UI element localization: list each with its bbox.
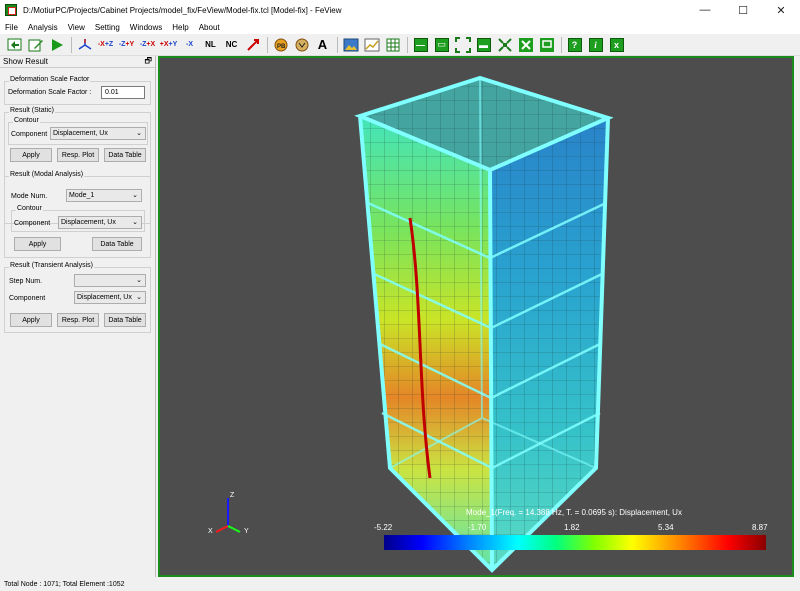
image-icon[interactable] — [341, 36, 360, 54]
legend-tick-2: -1.70 — [468, 523, 487, 532]
modal-apply-button[interactable]: Apply — [14, 237, 61, 251]
transient-component-label: Component — [9, 295, 46, 302]
menu-windows[interactable]: Windows — [125, 23, 167, 32]
table-icon[interactable] — [383, 36, 402, 54]
zoom-in-icon[interactable]: — — [411, 36, 430, 54]
modal-component-label: Component — [14, 220, 51, 227]
minimize-button[interactable]: — — [686, 0, 724, 20]
exit-icon[interactable]: x — [607, 36, 626, 54]
modal-group-title: Result (Modal Analysis) — [9, 171, 85, 178]
section-icon[interactable]: PB — [271, 36, 290, 54]
info-icon[interactable]: i — [586, 36, 605, 54]
panel-title: Show Result — [3, 57, 48, 66]
transient-resp-plot-button[interactable]: Resp. Plot — [57, 313, 99, 327]
modal-component-select[interactable]: Displacement, Ux ⌄ — [58, 216, 142, 229]
static-component-select[interactable]: Displacement, Ux ⌄ — [50, 127, 146, 140]
edit-model-icon[interactable] — [26, 36, 45, 54]
right-grid — [490, 118, 608, 570]
static-component-label: Component — [11, 131, 48, 138]
static-data-table-button[interactable]: Data Table — [104, 148, 146, 162]
title-bar: D:/MotiurPC/Projects/Cabinet Projects/mo… — [0, 0, 800, 20]
static-group-title: Result (Static) — [9, 107, 55, 114]
mode-num-select[interactable]: Mode_1 ⌄ — [66, 189, 142, 202]
menu-about[interactable]: About — [194, 23, 225, 32]
app-icon — [5, 4, 17, 16]
chart-icon[interactable] — [362, 36, 381, 54]
menu-help[interactable]: Help — [167, 23, 193, 32]
legend-tick-3: 1.82 — [564, 523, 580, 532]
legend-tick-4: 5.34 — [658, 523, 674, 532]
static-apply-button[interactable]: Apply — [10, 148, 52, 162]
zoom-fit-icon[interactable] — [495, 36, 514, 54]
support-icon[interactable] — [243, 36, 262, 54]
chevron-down-icon: ⌄ — [136, 277, 142, 284]
modal-contour-title: Contour — [16, 205, 43, 212]
view-xz-icon[interactable]: -X +Z — [96, 36, 115, 54]
axis-y-label: Y — [244, 528, 249, 535]
help-icon[interactable]: ? — [565, 36, 584, 54]
step-num-select[interactable]: ⌄ — [74, 274, 146, 287]
zoom-out-icon[interactable]: ▭ — [432, 36, 451, 54]
deformation-group-title: Deformation Scale Factor — [9, 76, 91, 83]
deformation-scale-label: Deformation Scale Factor : — [8, 89, 92, 96]
window-icon[interactable] — [537, 36, 556, 54]
status-bar: Total Node : 1071; Total Element :1052 — [4, 581, 125, 588]
static-resp-plot-button[interactable]: Resp. Plot — [57, 148, 99, 162]
chevron-down-icon: ⌄ — [136, 130, 142, 137]
chevron-down-icon: ⌄ — [132, 219, 138, 226]
model-viewport[interactable]: Z X Y Mode_1(Freq. = 14.388 Hz, T. = 0.0… — [158, 56, 794, 577]
run-icon[interactable] — [47, 36, 66, 54]
pan-icon[interactable]: ▬ — [474, 36, 493, 54]
node-label-icon[interactable]: NL — [201, 36, 220, 54]
axis-x-label: X — [208, 528, 213, 535]
color-legend-bar — [384, 535, 766, 550]
zoom-window-icon[interactable] — [453, 36, 472, 54]
mode-num-label: Mode Num. — [11, 193, 48, 200]
menu-file[interactable]: File — [0, 23, 23, 32]
material-icon[interactable] — [292, 36, 311, 54]
menu-analysis[interactable]: Analysis — [23, 23, 63, 32]
font-icon[interactable]: A — [313, 36, 332, 54]
open-model-icon[interactable] — [5, 36, 24, 54]
deformation-scale-input[interactable]: 0.01 — [101, 86, 145, 99]
transient-component-select[interactable]: Displacement, Ux ⌄ — [74, 291, 146, 304]
chevron-down-icon: ⌄ — [132, 192, 138, 199]
menu-bar: File Analysis View Setting Windows Help … — [0, 20, 800, 34]
menu-view[interactable]: View — [63, 23, 90, 32]
axis-triad: Z X Y — [206, 490, 256, 540]
panel-header: Show Result 🗗 — [0, 56, 155, 68]
view-x-icon[interactable]: -X — [180, 36, 199, 54]
chevron-down-icon: ⌄ — [136, 294, 142, 301]
toolbar: -X +Z -Z +Y -Z +X +X +Y -X NL NC PB A — ▭ ▬ … — [0, 34, 800, 56]
view-iso-icon[interactable] — [75, 36, 94, 54]
window-title: D:/MotiurPC/Projects/Cabinet Projects/mo… — [23, 5, 342, 15]
zoom-extent-icon[interactable] — [516, 36, 535, 54]
axis-z-label: Z — [230, 492, 235, 499]
legend-tick-max: 8.87 — [752, 523, 768, 532]
show-result-panel: Show Result 🗗 Deformation Scale Factor D… — [0, 56, 156, 577]
undock-icon[interactable]: 🗗 — [144, 55, 152, 69]
transient-apply-button[interactable]: Apply — [10, 313, 52, 327]
static-contour-title: Contour — [13, 117, 40, 124]
transient-group-title: Result (Transient Analysis) — [9, 262, 94, 269]
modal-data-table-button[interactable]: Data Table — [92, 237, 142, 251]
node-count-icon[interactable]: NC — [222, 36, 241, 54]
legend-title: Mode_1(Freq. = 14.388 Hz, T. = 0.0695 s)… — [466, 508, 682, 517]
view-zy-icon[interactable]: -Z +Y — [117, 36, 136, 54]
maximize-button[interactable]: ☐ — [724, 0, 762, 20]
menu-setting[interactable]: Setting — [90, 23, 125, 32]
view-xy-icon[interactable]: +X +Y — [159, 36, 178, 54]
legend-tick-min: -5.22 — [374, 523, 393, 532]
svg-text:PB: PB — [277, 44, 286, 50]
step-num-label: Step Num. — [9, 278, 43, 285]
view-zx-icon[interactable]: -Z +X — [138, 36, 157, 54]
close-button[interactable]: ✕ — [762, 0, 800, 20]
transient-data-table-button[interactable]: Data Table — [104, 313, 146, 327]
